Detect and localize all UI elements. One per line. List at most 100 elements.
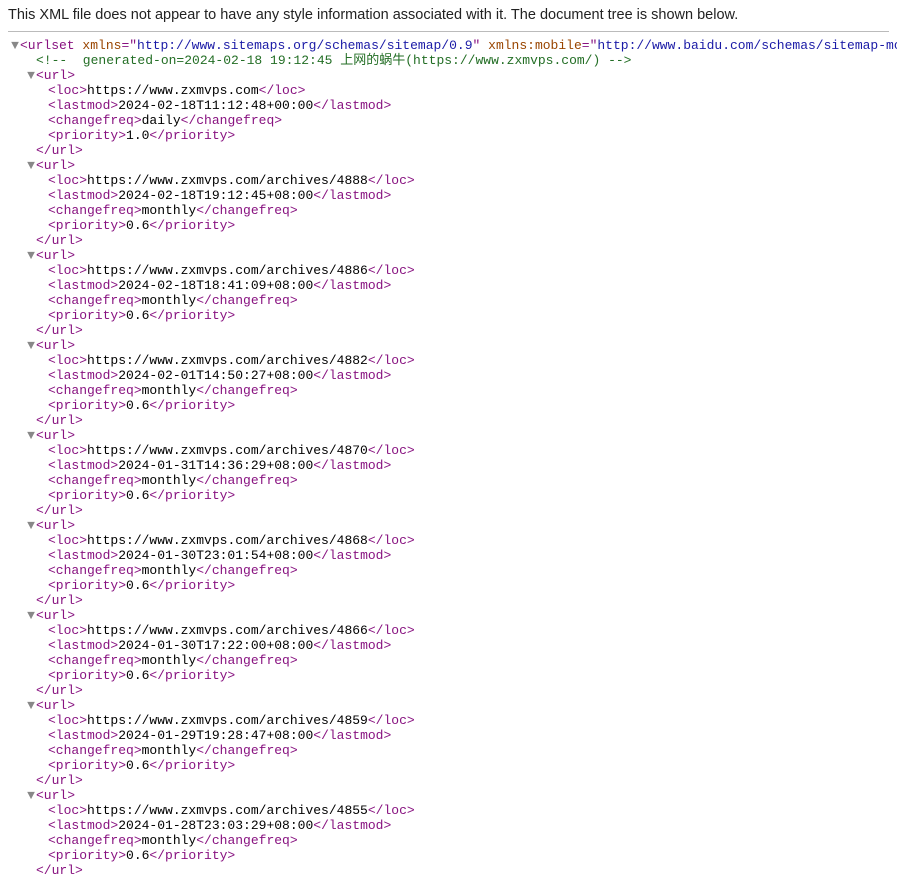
xml-line: <priority>0.6</priority>: [8, 398, 897, 413]
xml-line: <changefreq>monthly</changefreq>: [8, 563, 897, 578]
xml-line: ▼<url>: [8, 518, 897, 533]
xml-tag: </url>: [36, 863, 83, 878]
expand-arrow-icon[interactable]: ▼: [10, 38, 20, 53]
xml-line: <changefreq>monthly</changefreq>: [8, 293, 897, 308]
xml-line: <priority>0.6</priority>: [8, 758, 897, 773]
xml-tag: <url>: [36, 338, 75, 353]
xml-tag: <lastmod>: [48, 98, 118, 113]
xml-line: <loc>https://www.zxmvps.com/archives/488…: [8, 353, 897, 368]
xml-line: <loc>https://www.zxmvps.com/archives/485…: [8, 713, 897, 728]
xml-tag: <changefreq>: [48, 203, 142, 218]
xml-tag: </priority>: [149, 578, 235, 593]
xml-tag: <changefreq>: [48, 473, 142, 488]
xml-tag: <loc>: [48, 623, 87, 638]
xml-tag: </loc>: [368, 803, 415, 818]
expand-arrow-icon[interactable]: ▼: [26, 338, 36, 353]
xml-tag: </loc>: [259, 83, 306, 98]
xml-line: <lastmod>2024-01-31T14:36:29+08:00</last…: [8, 458, 897, 473]
xml-tag: </priority>: [149, 488, 235, 503]
xml-line: ▼<url>: [8, 698, 897, 713]
xml-tag: <lastmod>: [48, 278, 118, 293]
xml-tag: </url>: [36, 143, 83, 158]
xml-line: </url>: [8, 143, 897, 158]
xml-punct: =": [582, 38, 598, 53]
xml-tag: </lastmod>: [313, 278, 391, 293]
xml-line: </url>: [8, 503, 897, 518]
xml-tag: </changefreq>: [196, 563, 297, 578]
xml-tag: <url>: [36, 158, 75, 173]
xml-tag: </lastmod>: [313, 638, 391, 653]
xml-no-style-message: This XML file does not appear to have an…: [0, 0, 897, 31]
xml-text: https://www.zxmvps.com/archives/4870: [87, 443, 368, 458]
xml-tag: </loc>: [368, 533, 415, 548]
xml-tag: <loc>: [48, 533, 87, 548]
xml-tag: <loc>: [48, 173, 87, 188]
xml-text: monthly: [142, 383, 197, 398]
xml-line: <changefreq>monthly</changefreq>: [8, 833, 897, 848]
xml-tag: </url>: [36, 773, 83, 788]
xml-tag: <changefreq>: [48, 833, 142, 848]
xml-tag: </lastmod>: [313, 548, 391, 563]
xml-tag: <urlset: [20, 38, 75, 53]
xml-line: ▼<url>: [8, 158, 897, 173]
expand-arrow-icon[interactable]: ▼: [26, 788, 36, 803]
xml-line: <priority>1.0</priority>: [8, 128, 897, 143]
expand-arrow-icon[interactable]: ▼: [26, 518, 36, 533]
xml-line: <lastmod>2024-02-18T11:12:48+00:00</last…: [8, 98, 897, 113]
xml-tag: </priority>: [149, 308, 235, 323]
xml-line: ▼<url>: [8, 338, 897, 353]
xml-line: ▼<url>: [8, 428, 897, 443]
expand-arrow-icon[interactable]: ▼: [26, 68, 36, 83]
xml-text: 0.6: [126, 668, 149, 683]
xml-line: <priority>0.6</priority>: [8, 308, 897, 323]
xml-tag: <lastmod>: [48, 368, 118, 383]
xml-text: https://www.zxmvps.com/archives/4855: [87, 803, 368, 818]
xml-line: <changefreq>monthly</changefreq>: [8, 203, 897, 218]
xml-tag: </changefreq>: [196, 203, 297, 218]
xml-line: <lastmod>2024-02-18T18:41:09+08:00</last…: [8, 278, 897, 293]
xml-tag: </priority>: [149, 398, 235, 413]
expand-arrow-icon[interactable]: ▼: [26, 158, 36, 173]
xml-tag: </lastmod>: [313, 188, 391, 203]
xml-text: 0.6: [126, 218, 149, 233]
xml-line: ▼<urlset xmlns="http://www.sitemaps.org/…: [8, 38, 897, 53]
xml-text: 0.6: [126, 488, 149, 503]
xml-line: </url>: [8, 593, 897, 608]
xml-line: <priority>0.6</priority>: [8, 578, 897, 593]
xml-tag: </priority>: [149, 218, 235, 233]
expand-arrow-icon[interactable]: ▼: [26, 698, 36, 713]
xml-line: <lastmod>2024-02-01T14:50:27+08:00</last…: [8, 368, 897, 383]
xml-tag: <loc>: [48, 443, 87, 458]
xml-tag: </lastmod>: [313, 98, 391, 113]
xml-tag: </priority>: [149, 848, 235, 863]
expand-arrow-icon[interactable]: ▼: [26, 428, 36, 443]
xml-line: <loc>https://www.zxmvps.com/archives/487…: [8, 443, 897, 458]
expand-arrow-icon[interactable]: ▼: [26, 248, 36, 263]
xml-text: https://www.zxmvps.com/archives/4868: [87, 533, 368, 548]
xml-tag: <loc>: [48, 263, 87, 278]
xml-line: ▼<url>: [8, 68, 897, 83]
xml-text: https://www.zxmvps.com/archives/4882: [87, 353, 368, 368]
xml-tag: <loc>: [48, 713, 87, 728]
xml-text: monthly: [142, 203, 197, 218]
expand-arrow-icon[interactable]: ▼: [26, 608, 36, 623]
xml-tag: </changefreq>: [196, 833, 297, 848]
xml-tag: <priority>: [48, 578, 126, 593]
xml-line: <loc>https://www.zxmvps.com/archives/485…: [8, 803, 897, 818]
xml-tag: </priority>: [149, 668, 235, 683]
xml-tag: <url>: [36, 68, 75, 83]
xml-tag: <lastmod>: [48, 188, 118, 203]
xml-line: <lastmod>2024-01-30T17:22:00+08:00</last…: [8, 638, 897, 653]
xml-tag: </priority>: [149, 128, 235, 143]
xml-tag: </lastmod>: [313, 818, 391, 833]
xml-tag: <changefreq>: [48, 743, 142, 758]
xml-line: <loc>https://www.zxmvps.com/archives/488…: [8, 263, 897, 278]
xml-attr-name: xmlns: [82, 38, 121, 53]
xml-line: <priority>0.6</priority>: [8, 848, 897, 863]
xml-tag: <lastmod>: [48, 728, 118, 743]
xml-tag: <changefreq>: [48, 293, 142, 308]
xml-line: </url>: [8, 773, 897, 788]
xml-tag: <priority>: [48, 488, 126, 503]
xml-text: 2024-02-01T14:50:27+08:00: [118, 368, 313, 383]
xml-text: 2024-01-30T23:01:54+08:00: [118, 548, 313, 563]
